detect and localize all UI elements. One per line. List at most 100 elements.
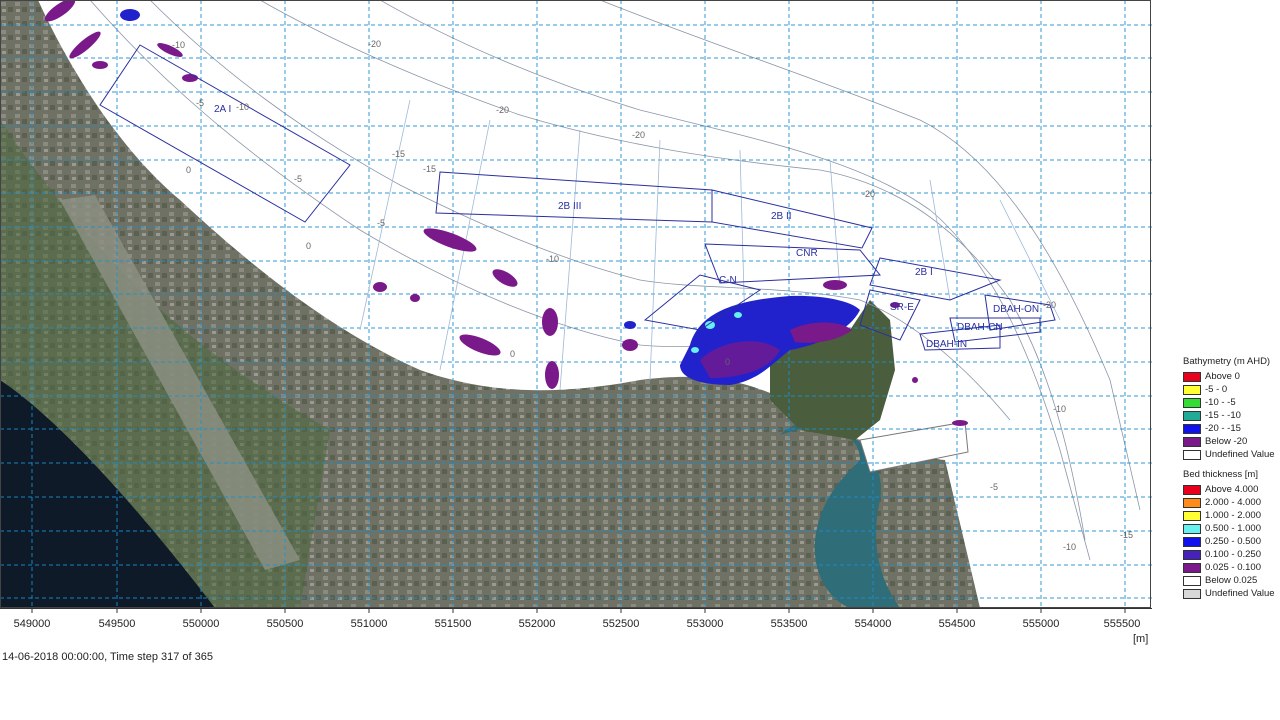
zone-label-2b-iii: 2B III [558,201,581,212]
zone-label-sr-e: SR-E [890,302,914,313]
x-tick-label: 549000 [13,618,51,630]
contour-label: -15 [1120,530,1133,540]
legend-swatch [1183,410,1201,421]
legend-panel: Bathymetry (m AHD) Above 0 -5 - 0 -10 - -5… [1183,356,1280,608]
x-tick-label: 554000 [854,618,892,630]
legend-label: 0.025 - 0.100 [1205,562,1261,573]
legend-swatch [1183,497,1201,508]
zone-label-dbah-in: DBAH-IN [926,339,967,350]
zone-label-c-n: C-N [719,275,737,286]
map-view[interactable]: 2A I 2B III 2B II CNR C-N 2B I SR-E DBAH… [0,0,1152,610]
legend-label: 0.500 - 1.000 [1205,523,1261,534]
zone-label-dbah-cn: DBAH-CN [957,322,1003,333]
legend-item: -20 - -15 [1183,422,1280,435]
contour-label: -20 [862,189,875,199]
legend-label: -10 - -5 [1205,397,1236,408]
contour-label: -10 [172,40,185,50]
legend-item: Below 0.025 [1183,574,1280,587]
x-tick-label: 554500 [938,618,976,630]
legend-label: Undefined Value [1205,588,1275,599]
contour-label: -10 [236,102,249,112]
legend-swatch [1183,484,1201,495]
legend-item: 0.100 - 0.250 [1183,548,1280,561]
legend-label: 2.000 - 4.000 [1205,497,1261,508]
contour-label: -5 [196,98,204,108]
legend-swatch [1183,436,1201,447]
legend-label: 0.250 - 0.500 [1205,536,1261,547]
legend-bed-thickness: Bed thickness [m] Above 4.000 2.000 - 4.0… [1183,469,1280,600]
contour-label: 0 [186,165,191,175]
legend-swatch [1183,588,1201,599]
legend-item: 0.250 - 0.500 [1183,535,1280,548]
legend-swatch [1183,549,1201,560]
legend-item: 2.000 - 4.000 [1183,496,1280,509]
legend-item: Undefined Value [1183,587,1280,600]
x-tick-label: 555000 [1022,618,1060,630]
legend-label: Below -20 [1205,436,1248,447]
legend-item: -5 - 0 [1183,383,1280,396]
legend-label: Undefined Value [1205,449,1275,460]
legend-item: 1.000 - 2.000 [1183,509,1280,522]
x-tick-label: 552500 [602,618,640,630]
legend-swatch [1183,575,1201,586]
x-tick-label: 551500 [434,618,472,630]
legend-label: -5 - 0 [1205,384,1228,395]
legend-swatch [1183,397,1201,408]
x-tick-label: 553500 [770,618,808,630]
legend-label: 1.000 - 2.000 [1205,510,1261,521]
zone-label-cnr: CNR [796,248,818,259]
legend-swatch [1183,523,1201,534]
map-canvas: 2A I 2B III 2B II CNR C-N 2B I SR-E DBAH… [0,0,1152,610]
x-tick-label: 555500 [1103,618,1141,630]
zone-label-2b-ii: 2B II [771,211,792,222]
x-tick-label: 552000 [518,618,556,630]
legend-title-bed-thickness: Bed thickness [m] [1183,469,1258,480]
contour-label: -15 [423,164,436,174]
legend-swatch [1183,562,1201,573]
contour-label: -5 [294,174,302,184]
legend-swatch [1183,510,1201,521]
contour-label: -15 [392,149,405,159]
contour-label: 0 [306,241,311,251]
contour-label: -20 [496,105,509,115]
contour-label: -10 [546,254,559,264]
legend-label: Above 4.000 [1205,484,1259,495]
contour-label: -20 [368,39,381,49]
contour-label: 0 [510,349,515,359]
status-line: 14-06-2018 00:00:00, Time step 317 of 36… [2,651,213,663]
contour-label: -10 [1053,404,1066,414]
legend-item: Above 0 [1183,370,1280,383]
contour-label: -10 [1063,542,1076,552]
legend-title-bathymetry: Bathymetry (m AHD) [1183,356,1271,367]
contour-label: 0 [725,357,730,367]
legend-label: Below 0.025 [1205,575,1258,586]
zone-label-2a-i: 2A I [214,104,231,115]
legend-bathymetry: Bathymetry (m AHD) Above 0 -5 - 0 -10 - -5… [1183,356,1280,461]
x-tick-label: 553000 [686,618,724,630]
zone-label-dbah-on: DBAH-ON [993,304,1039,315]
legend-swatch [1183,371,1201,382]
legend-item: 0.025 - 0.100 [1183,561,1280,574]
legend-swatch [1183,449,1201,460]
x-tick-label: 550000 [182,618,220,630]
legend-swatch [1183,384,1201,395]
legend-item: Undefined Value [1183,448,1280,461]
legend-item: -10 - -5 [1183,396,1280,409]
legend-label: -20 - -15 [1205,423,1241,434]
legend-swatch [1183,536,1201,547]
x-tick-label: 550500 [266,618,304,630]
legend-label: 0.100 - 0.250 [1205,549,1261,560]
x-axis-unit: [m] [1133,633,1149,645]
legend-label: -15 - -10 [1205,410,1241,421]
contour-label: -5 [377,218,385,228]
legend-item: Above 4.000 [1183,483,1280,496]
x-tick-label: 551000 [350,618,388,630]
legend-item: -15 - -10 [1183,409,1280,422]
x-tick-label: 549500 [98,618,136,630]
legend-label: Above 0 [1205,371,1240,382]
contour-label: -20 [1043,300,1056,310]
legend-item: 0.500 - 1.000 [1183,522,1280,535]
legend-item: Below -20 [1183,435,1280,448]
x-axis: 549000 549500 550000 550500 551000 55150… [0,608,1160,648]
x-axis-ticks [0,608,1152,613]
